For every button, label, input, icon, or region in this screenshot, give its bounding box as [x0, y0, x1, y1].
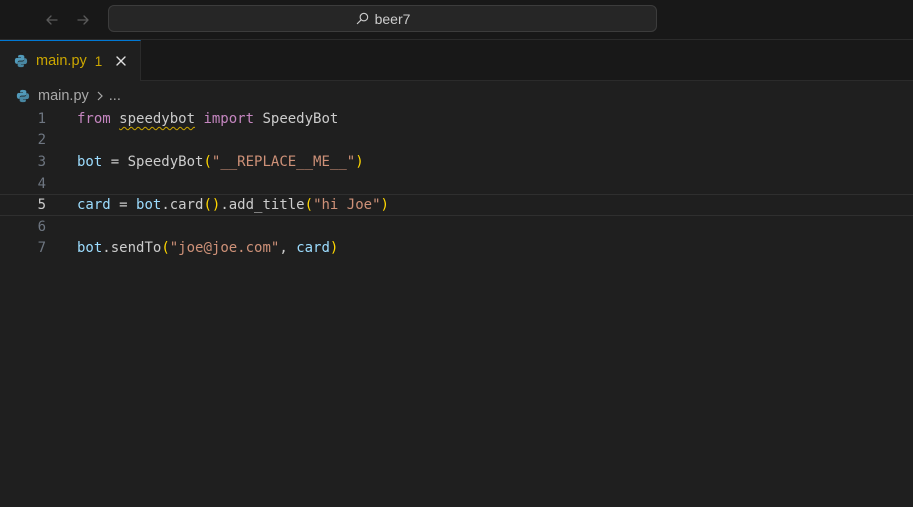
code-line[interactable]: 7 bot.sendTo("joe@joe.com", card)	[0, 238, 913, 260]
code-token: .sendTo	[102, 240, 162, 257]
code-token: )	[329, 240, 339, 257]
code-text: from speedybot import SpeedyBot	[77, 111, 338, 127]
code-token: "hi Joe"	[313, 197, 381, 214]
code-line[interactable]: 2	[0, 130, 913, 152]
code-token: (	[304, 197, 314, 214]
code-line[interactable]: 1 from speedybot import SpeedyBot	[0, 108, 913, 130]
tab-label: main.py	[36, 53, 87, 69]
code-token: (	[161, 240, 170, 257]
code-token: card	[296, 240, 330, 257]
search-text: beer7	[374, 10, 411, 27]
line-number: 6	[37, 218, 46, 235]
code-token: ,	[279, 240, 297, 257]
code-line[interactable]: 3 bot = SpeedyBot("__REPLACE__ME__")	[0, 151, 913, 173]
code-token: from	[77, 110, 111, 127]
code-line[interactable]: 6	[0, 216, 913, 238]
chevron-right-icon	[97, 91, 103, 101]
arrow-right-icon	[77, 15, 89, 25]
code-token: "joe@joe.com"	[169, 240, 280, 257]
code-token: "__REPLACE__ME__"	[211, 153, 356, 170]
search-icon	[356, 12, 368, 25]
code-token: (	[203, 153, 212, 170]
code-line[interactable]: 5 card = bot.card().add_title("hi Joe")	[0, 194, 913, 216]
code-token: bot	[136, 197, 162, 214]
code-token: )	[355, 153, 364, 170]
code-token: card	[77, 197, 111, 214]
python-file-icon	[16, 89, 30, 103]
code-token: SpeedyBot	[254, 110, 339, 127]
line-number: 2	[37, 132, 46, 149]
code-token: ()	[203, 197, 221, 214]
code-token: import	[203, 110, 255, 127]
breadcrumb-separator	[95, 91, 105, 101]
code-editor[interactable]: 1 from speedybot import SpeedyBot 2 3 bot = …	[0, 108, 913, 507]
forward-button[interactable]	[73, 10, 93, 30]
code-token: .card	[161, 197, 204, 214]
code-token: .add_title	[220, 197, 305, 214]
tab-main-py[interactable]: main.py 1	[0, 40, 141, 81]
code-token: )	[380, 197, 389, 214]
back-button[interactable]	[42, 10, 62, 30]
code-token: = SpeedyBot	[102, 153, 204, 170]
code-token: bot	[77, 153, 103, 170]
line-number: 1	[37, 110, 46, 127]
title-bar: beer7	[0, 0, 913, 40]
command-center-search[interactable]: beer7	[108, 5, 657, 32]
code-token: bot	[77, 240, 103, 257]
code-token: speedybot	[119, 110, 196, 127]
code-text: bot.sendTo("joe@joe.com", card)	[77, 240, 338, 256]
line-number: 3	[37, 153, 46, 170]
breadcrumb-symbols[interactable]: ...	[109, 88, 121, 104]
code-token: =	[110, 197, 137, 214]
line-number: 5	[37, 197, 46, 214]
close-icon	[116, 56, 126, 66]
line-number: 4	[37, 175, 46, 192]
breadcrumb: main.py ...	[16, 85, 121, 107]
breadcrumb-file[interactable]: main.py	[38, 88, 89, 104]
problem-count-badge: 1	[94, 53, 103, 69]
code-text: card = bot.card().add_title("hi Joe")	[77, 197, 389, 213]
close-tab-button[interactable]	[114, 54, 128, 68]
python-file-icon	[14, 54, 28, 68]
line-number: 7	[37, 240, 46, 257]
code-line[interactable]: 4	[0, 173, 913, 195]
code-text: bot = SpeedyBot("__REPLACE__ME__")	[77, 154, 364, 170]
tab-bar: main.py 1	[0, 40, 913, 81]
arrow-left-icon	[46, 15, 58, 25]
